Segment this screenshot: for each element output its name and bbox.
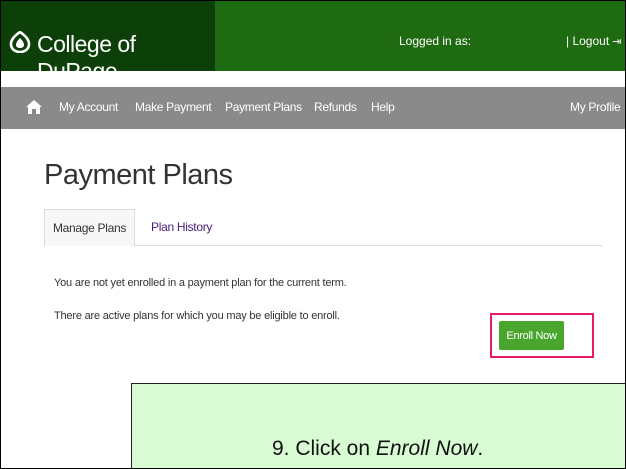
instruction-suffix: . [477,437,484,460]
app-frame: College of DuPage Logged in as: | Logout… [0,0,626,469]
enroll-now-button[interactable]: Enroll Now [499,321,564,350]
not-enrolled-message: You are not yet enrolled in a payment pl… [54,277,347,289]
nav-payment-plans[interactable]: Payment Plans [225,100,302,114]
home-icon[interactable] [25,98,43,116]
eligible-message: There are active plans for which you may… [54,310,340,322]
nav-my-profile[interactable]: My Profile [570,100,621,114]
tab-manage-plans[interactable]: Manage Plans [44,209,135,246]
main-nav: My Account Make Payment Payment Plans Re… [1,87,625,129]
logout-link[interactable]: | Logout ⇥ [566,34,621,48]
top-header: College of DuPage Logged in as: | Logout… [1,1,625,84]
logo[interactable]: College of DuPage [1,1,215,84]
logout-label: | Logout [566,34,610,48]
tab-plan-history[interactable]: Plan History [151,220,212,234]
college-logo-icon [9,31,31,53]
brand-name: College of DuPage [37,31,136,84]
nav-refunds[interactable]: Refunds [314,100,357,114]
nav-my-account[interactable]: My Account [59,100,118,114]
logout-icon: ⇥ [612,36,622,48]
instruction-text: 9. Click on Enroll Now. [272,437,483,461]
instruction-prefix: 9. Click on [272,437,376,460]
instruction-callout: 9. Click on Enroll Now. [131,383,625,468]
nav-help[interactable]: Help [371,100,395,114]
page-title: Payment Plans [44,159,233,191]
instruction-emphasis: Enroll Now [375,437,478,460]
logged-in-label: Logged in as: [399,34,472,48]
nav-make-payment[interactable]: Make Payment [135,100,212,114]
